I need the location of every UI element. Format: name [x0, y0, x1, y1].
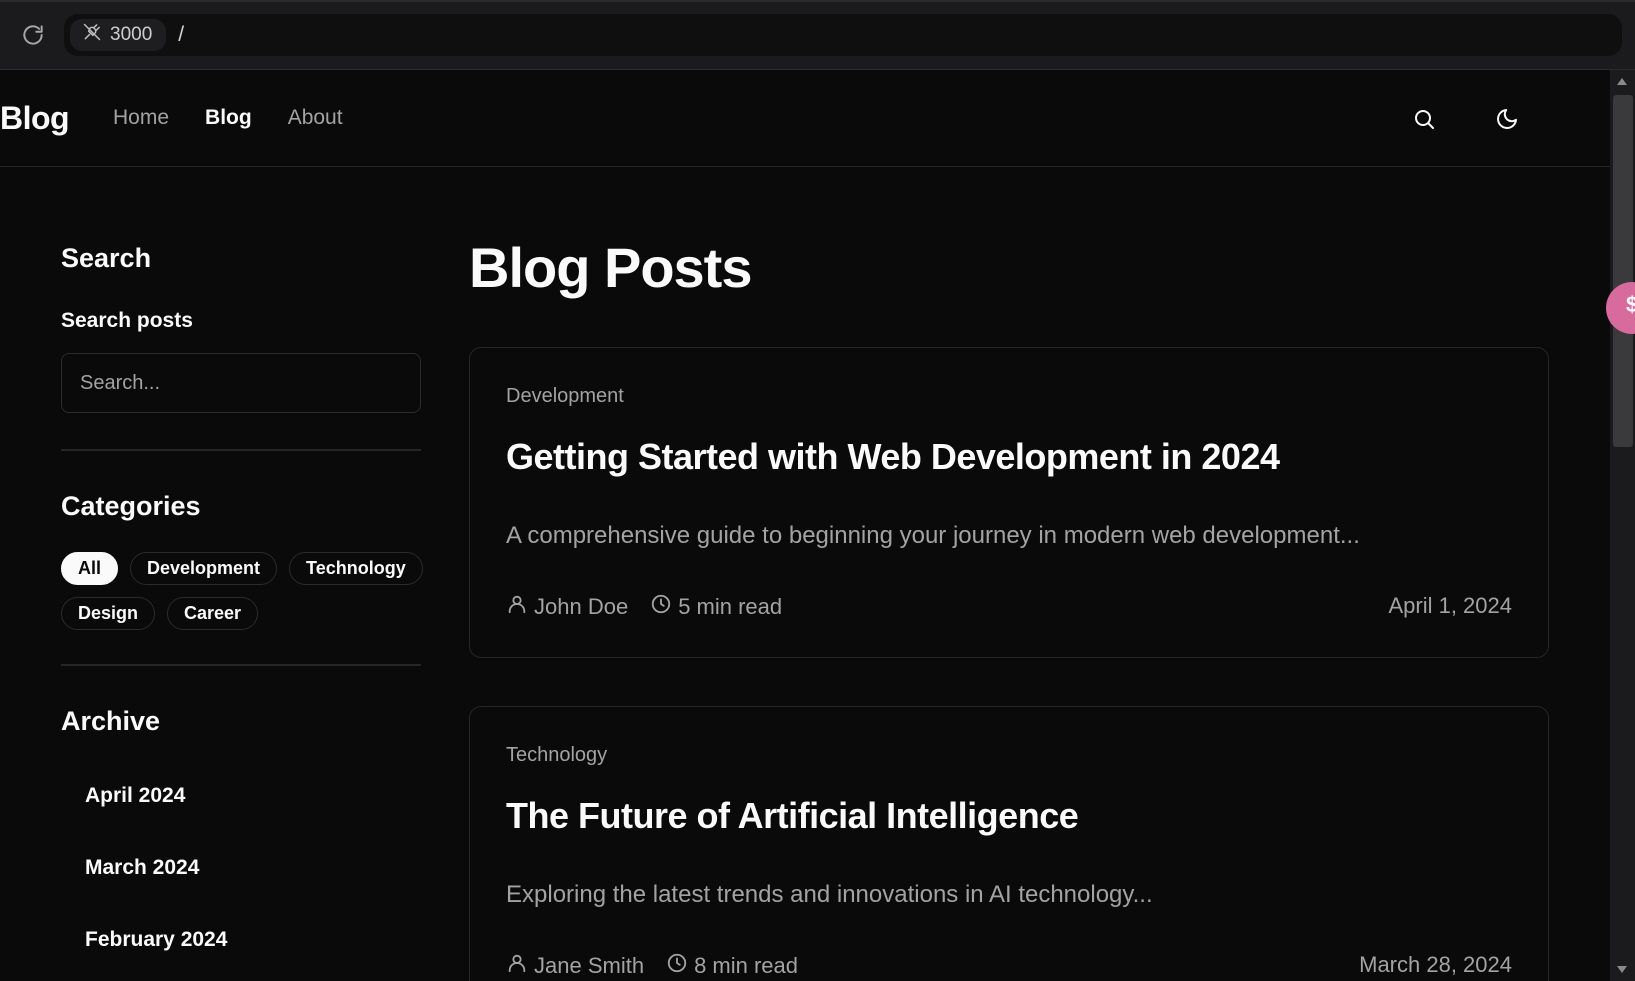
site-header: Blog Home Blog About: [0, 70, 1610, 167]
widget-glyph-icon: $: [1626, 292, 1635, 317]
post-card[interactable]: Development Getting Started with Web Dev…: [469, 347, 1549, 658]
browser-top-edge: [0, 0, 1635, 2]
archive-item-march-2024[interactable]: March 2024: [85, 856, 199, 880]
category-chip-design[interactable]: Design: [61, 597, 156, 630]
post-excerpt: Exploring the latest trends and innovati…: [506, 881, 1153, 908]
post-meta: Jane Smith 8 min read: [506, 952, 820, 980]
scroll-down-icon[interactable]: [1617, 966, 1627, 973]
post-author: Jane Smith: [506, 952, 644, 980]
post-title[interactable]: Getting Started with Web Development in …: [506, 436, 1280, 478]
category-chip-development[interactable]: Development: [130, 552, 278, 585]
post-read-time-text: 5 min read: [678, 594, 783, 619]
port-chip[interactable]: 3000: [70, 19, 167, 51]
post-category: Technology: [506, 744, 608, 766]
category-chip-technology[interactable]: Technology: [289, 552, 423, 585]
nav-home[interactable]: Home: [113, 106, 169, 130]
clock-icon: [666, 952, 688, 980]
site-brand[interactable]: Blog: [0, 100, 70, 137]
post-author-name: Jane Smith: [534, 953, 645, 978]
archive-item-february-2024[interactable]: February 2024: [85, 928, 227, 952]
url-path: /: [178, 23, 185, 46]
port-number: 3000: [110, 24, 153, 45]
post-read-time: 8 min read: [666, 952, 798, 980]
moon-icon[interactable]: [1492, 104, 1522, 134]
post-date: April 1, 2024: [1388, 593, 1512, 618]
scroll-up-icon[interactable]: [1617, 78, 1627, 85]
post-title[interactable]: The Future of Artificial Intelligence: [506, 795, 1079, 837]
post-card[interactable]: Technology The Future of Artificial Inte…: [469, 706, 1549, 981]
post-date: March 28, 2024: [1359, 952, 1512, 977]
user-icon: [506, 593, 528, 621]
browser-toolbar: 3000 /: [0, 0, 1635, 70]
page-scrollbar[interactable]: [1610, 70, 1635, 981]
sidebar-divider: [61, 664, 421, 666]
category-chip-all[interactable]: All: [61, 552, 119, 585]
search-section-title: Search: [61, 243, 152, 273]
nav-blog[interactable]: Blog: [205, 106, 252, 130]
post-author: John Doe: [506, 593, 628, 621]
search-field-label: Search posts: [61, 309, 193, 332]
search-input[interactable]: [61, 353, 421, 413]
post-author-name: John Doe: [534, 594, 629, 619]
user-icon: [506, 952, 528, 980]
reload-icon[interactable]: [18, 20, 48, 50]
page-title: Blog Posts: [469, 236, 752, 299]
nav-about[interactable]: About: [288, 106, 343, 130]
archive-section-title: Archive: [61, 706, 161, 736]
address-bar[interactable]: 3000 /: [64, 14, 1622, 56]
post-category: Development: [506, 385, 624, 407]
post-excerpt: A comprehensive guide to beginning your …: [506, 522, 1360, 549]
scrollbar-thumb[interactable]: [1613, 95, 1633, 447]
archive-item-april-2024[interactable]: April 2024: [85, 784, 185, 808]
category-chips: All Development Technology Design Career: [61, 552, 431, 630]
clock-icon: [650, 593, 672, 621]
plug-icon: [82, 22, 102, 48]
sidebar-divider: [61, 449, 421, 451]
categories-section-title: Categories: [61, 491, 201, 521]
post-read-time-text: 8 min read: [694, 953, 799, 978]
post-read-time: 5 min read: [650, 593, 782, 621]
post-meta: John Doe 5 min read: [506, 593, 804, 621]
main-nav: Home Blog About: [113, 106, 343, 130]
search-icon[interactable]: [1409, 104, 1439, 134]
category-chip-career[interactable]: Career: [167, 597, 259, 630]
